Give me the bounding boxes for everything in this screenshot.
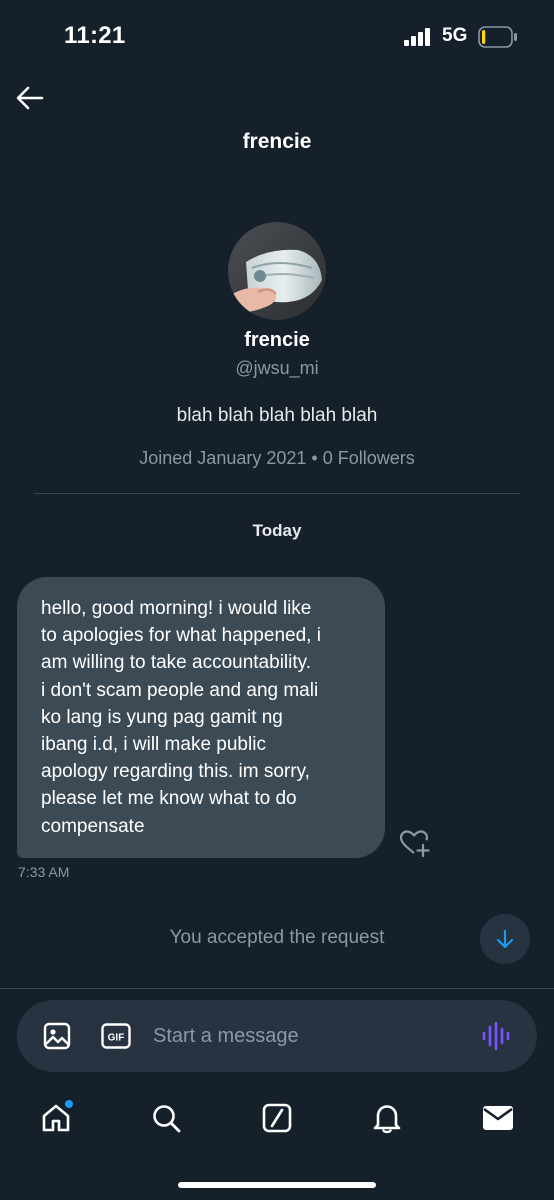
arrow-left-icon [16, 86, 44, 110]
message-timestamp: 7:33 AM [18, 864, 70, 880]
profile-name: frencie [244, 329, 310, 351]
heart-plus-icon [399, 830, 430, 857]
tab-home[interactable] [36, 1098, 76, 1138]
composer-divider [0, 988, 554, 989]
message-composer: GIF [17, 1000, 537, 1072]
gif-icon: GIF [101, 1023, 131, 1049]
bottom-tab-bar [0, 1090, 554, 1146]
message-input[interactable] [153, 1014, 463, 1058]
message-line: apology regarding this. im sorry, [41, 761, 310, 783]
message-line: compensate [41, 815, 145, 837]
voice-message-button[interactable] [479, 1020, 513, 1052]
message-line: ko lang is yung pag gamit ng [41, 706, 283, 728]
message-line: to apologies for what happened, i [41, 625, 321, 647]
conversation-title: frencie [242, 130, 312, 153]
message-bubble[interactable]: hello, good morning! i would like to apo… [17, 577, 385, 858]
image-icon [43, 1022, 71, 1050]
add-reaction-button[interactable] [398, 828, 432, 858]
profile-handle: @jwsu_mi [235, 358, 319, 378]
request-accepted-note: You accepted the request [169, 927, 385, 948]
message-line: i don't scam people and ang mali [41, 679, 319, 701]
profile-meta: Joined January 2021 • 0 Followers [139, 448, 415, 468]
arrow-down-icon [496, 929, 514, 949]
back-button[interactable] [12, 82, 48, 114]
tab-grok[interactable] [257, 1098, 297, 1138]
battery-icon [478, 26, 517, 48]
avatar[interactable] [228, 222, 326, 320]
add-photo-button[interactable] [41, 1020, 73, 1052]
notification-dot [65, 1100, 73, 1108]
add-gif-button[interactable]: GIF [101, 1022, 131, 1050]
avatar-photo [228, 222, 326, 320]
mail-icon [483, 1106, 513, 1130]
tab-messages[interactable] [478, 1098, 518, 1138]
day-separator: Today [252, 521, 302, 540]
profile-bio: blah blah blah blah blah [176, 405, 378, 426]
gif-label: GIF [108, 1033, 125, 1044]
status-time: 11:21 [64, 22, 126, 49]
cellular-signal-icon [404, 28, 430, 46]
search-icon [153, 1105, 181, 1133]
tab-notifications[interactable] [367, 1098, 407, 1138]
divider [34, 493, 520, 494]
tab-search[interactable] [146, 1098, 186, 1138]
bell-icon [373, 1105, 401, 1134]
scroll-to-bottom-button[interactable] [480, 914, 530, 964]
status-bar: 11:21 5G [0, 0, 554, 74]
voice-waveform-icon [482, 1021, 510, 1051]
message-line: am willing to take accountability. [41, 652, 311, 674]
message-line: please let me know what to do [41, 788, 297, 810]
grok-icon [262, 1103, 292, 1133]
message-line: hello, good morning! i would like [41, 598, 312, 619]
message-line: ibang i.d, i will make public [41, 734, 266, 756]
network-type: 5G [442, 25, 468, 46]
home-indicator [178, 1182, 376, 1188]
